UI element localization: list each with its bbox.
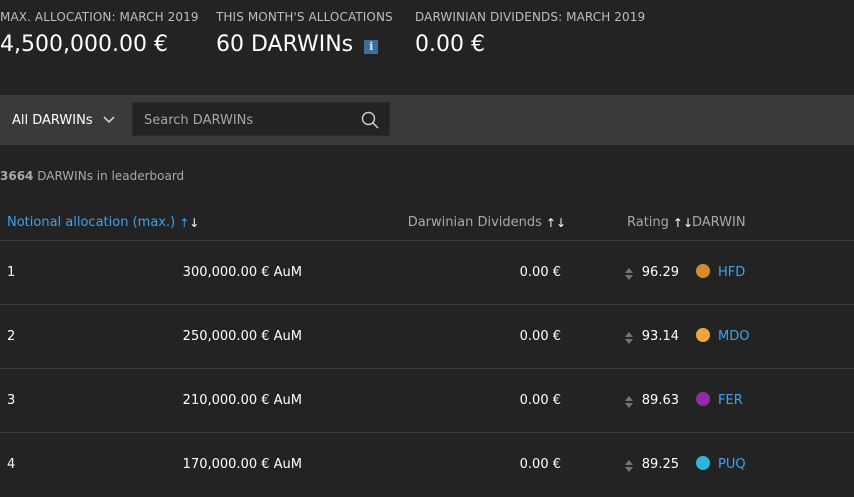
- column-label: Notional allocation (max.): [7, 215, 176, 230]
- column-label: DARWIN: [692, 215, 746, 230]
- darwin-link[interactable]: FER: [718, 393, 743, 408]
- column-label: Darwinian Dividends: [407, 215, 542, 230]
- rating-change-icon: [624, 459, 634, 477]
- rating-value: 89.63: [641, 393, 679, 408]
- stat-label: DARWINIAN DIVIDENDS: MARCH 2019: [415, 10, 646, 24]
- table-row[interactable]: 2 250,000.00 € AuM 0.00 € 93.14 MDO: [0, 304, 854, 369]
- rank: 4: [7, 457, 16, 472]
- darwin-color-dot: [696, 392, 710, 406]
- stat-label: MAX. ALLOCATION: MARCH 2019: [0, 10, 199, 24]
- search-icon[interactable]: [361, 111, 379, 129]
- info-icon[interactable]: i: [364, 39, 379, 54]
- rating-change-icon: [624, 395, 634, 413]
- filter-label: All DARWINs: [12, 112, 93, 128]
- column-label: Rating: [627, 215, 669, 230]
- column-header-dividends[interactable]: Darwinian Dividends ↑↓: [408, 215, 566, 230]
- rating-value: 93.14: [641, 329, 679, 344]
- count-suffix: DARWINs in leaderboard: [33, 169, 185, 183]
- aum-value: 300,000.00 € AuM: [182, 265, 302, 280]
- stat-value-row: 60 DARWINs i: [216, 32, 393, 57]
- darwin-color-dot: [696, 264, 710, 278]
- rating-value: 96.29: [641, 265, 679, 280]
- aum-value: 210,000.00 € AuM: [182, 393, 302, 408]
- dividends-value: 0.00 €: [519, 265, 561, 280]
- darwin-link[interactable]: PUQ: [718, 457, 746, 472]
- stat-value: 0.00 €: [415, 32, 485, 57]
- darwin-color-dot: [696, 328, 710, 342]
- dividends-value: 0.00 €: [519, 329, 561, 344]
- column-header-allocation[interactable]: Notional allocation (max.) ↑↓: [7, 215, 199, 230]
- aum-value: 250,000.00 € AuM: [182, 329, 302, 344]
- sort-icon: ↑↓: [545, 215, 566, 230]
- dividends-value: 0.00 €: [519, 457, 561, 472]
- chevron-down-icon: [103, 116, 115, 124]
- table-row[interactable]: 1 300,000.00 € AuM 0.00 € 96.29 HFD: [0, 240, 854, 305]
- stat-dividends: DARWINIAN DIVIDENDS: MARCH 2019 0.00 €: [415, 10, 645, 57]
- rating-change-icon: [624, 267, 634, 285]
- rank: 1: [7, 265, 16, 280]
- stats-bar: MAX. ALLOCATION: MARCH 2019 4,500,000.00…: [0, 0, 854, 95]
- search-box: [132, 102, 390, 137]
- rank: 2: [7, 329, 16, 344]
- leaderboard-count: 3664 DARWINs in leaderboard: [0, 169, 184, 183]
- stat-value: 60 DARWINs: [216, 32, 354, 57]
- darwin-color-dot: [696, 456, 710, 470]
- stat-monthly-allocations: THIS MONTH'S ALLOCATIONS 60 DARWINs i: [216, 10, 393, 57]
- column-header-rating[interactable]: Rating ↑↓: [627, 215, 693, 230]
- sort-icon: ↑↓: [179, 215, 200, 230]
- stat-max-allocation: MAX. ALLOCATION: MARCH 2019 4,500,000.00…: [0, 10, 199, 57]
- aum-value: 170,000.00 € AuM: [182, 457, 302, 472]
- search-input[interactable]: [133, 103, 366, 137]
- table-row[interactable]: 3 210,000.00 € AuM 0.00 € 89.63 FER: [0, 368, 854, 433]
- darwin-link[interactable]: HFD: [718, 265, 745, 280]
- column-header-darwin: DARWIN: [692, 215, 746, 230]
- rating-change-icon: [624, 331, 634, 349]
- table-row[interactable]: 4 170,000.00 € AuM 0.00 € 89.25 PUQ: [0, 432, 854, 497]
- toolbar: All DARWINs: [0, 95, 854, 145]
- darwin-link[interactable]: MDO: [718, 329, 749, 344]
- dividends-value: 0.00 €: [519, 393, 561, 408]
- rating-value: 89.25: [641, 457, 679, 472]
- filter-dropdown[interactable]: All DARWINs: [12, 95, 115, 145]
- count-number: 3664: [0, 169, 34, 183]
- sort-icon: ↑↓: [672, 215, 694, 230]
- rank: 3: [7, 393, 16, 408]
- stat-label: THIS MONTH'S ALLOCATIONS: [216, 10, 393, 24]
- stat-value: 4,500,000.00 €: [0, 32, 168, 57]
